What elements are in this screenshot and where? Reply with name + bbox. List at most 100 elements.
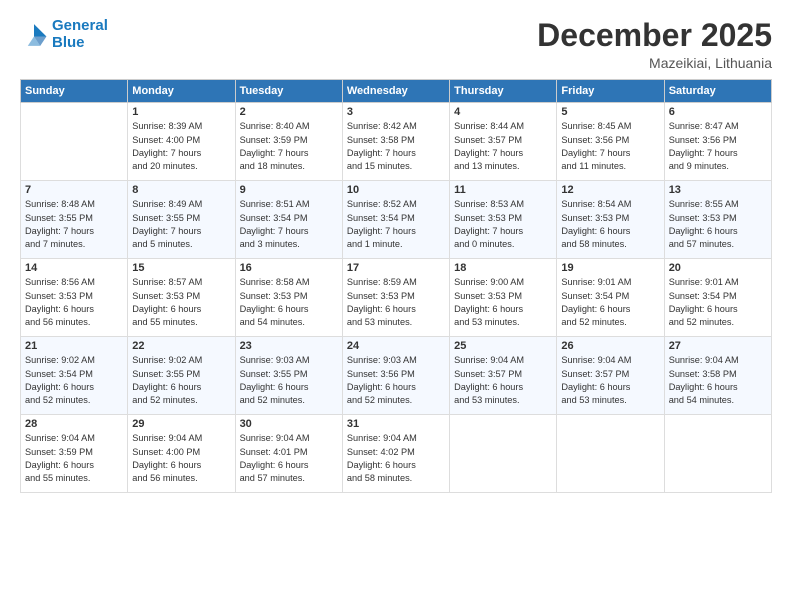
calendar-table: SundayMondayTuesdayWednesdayThursdayFrid… [20, 79, 772, 493]
cell-line: Daylight: 7 hours [347, 148, 416, 158]
calendar-cell: 20Sunrise: 9:01 AMSunset: 3:54 PMDayligh… [664, 259, 771, 337]
cell-line: and 1 minute. [347, 239, 403, 249]
day-content: Sunrise: 9:04 AMSunset: 4:01 PMDaylight:… [240, 432, 338, 485]
cell-line: Sunset: 3:56 PM [347, 369, 415, 379]
cell-line: Sunset: 3:59 PM [240, 135, 308, 145]
cell-line: and 18 minutes. [240, 161, 305, 171]
day-content: Sunrise: 9:04 AMSunset: 4:02 PMDaylight:… [347, 432, 445, 485]
calendar-cell: 9Sunrise: 8:51 AMSunset: 3:54 PMDaylight… [235, 181, 342, 259]
calendar-cell: 6 Sunrise: 8:47 AMSunset: 3:56 PMDaylight… [664, 103, 771, 181]
col-header-thursday: Thursday [450, 80, 557, 103]
day-content: Sunrise: 8:51 AMSunset: 3:54 PMDaylight:… [240, 198, 338, 251]
day-number: 15 [132, 262, 230, 274]
day-number: 28 [25, 418, 123, 430]
calendar-cell: 15Sunrise: 8:57 AMSunset: 3:53 PMDayligh… [128, 259, 235, 337]
cell-line: Sunset: 3:56 PM [561, 135, 629, 145]
cell-line: and 5 minutes. [132, 239, 192, 249]
cell-line: Sunset: 4:02 PM [347, 447, 415, 457]
calendar-cell [450, 415, 557, 493]
cell-line: Daylight: 7 hours [240, 148, 309, 158]
week-row-2: 7 Sunrise: 8:48 AM Sunset: 3:55 PM Daylight… [21, 181, 772, 259]
cell-line: Daylight: 6 hours [25, 382, 94, 392]
day-number: 24 [347, 340, 445, 352]
cell-line: Sunset: 3:55 PM [25, 213, 93, 223]
cell-line: Sunrise: 9:01 AM [561, 277, 631, 287]
day-content: Sunrise: 8:40 AMSunset: 3:59 PMDaylight:… [240, 120, 338, 173]
cell-line: and 53 minutes. [454, 317, 519, 327]
cell-line: Sunrise: 8:54 AM [561, 199, 631, 209]
logo-text: General Blue [52, 18, 108, 51]
cell-line: Sunrise: 8:47 AM [669, 121, 739, 131]
cell-line: Sunset: 3:57 PM [454, 135, 522, 145]
col-header-monday: Monday [128, 80, 235, 103]
day-number: 2 [240, 106, 338, 118]
cell-line: Daylight: 6 hours [240, 382, 309, 392]
cell-line: and 55 minutes. [25, 473, 90, 483]
col-header-friday: Friday [557, 80, 664, 103]
day-number: 11 [454, 184, 552, 196]
cell-line: Daylight: 7 hours [454, 226, 523, 236]
cell-line: Daylight: 6 hours [347, 304, 416, 314]
cell-line: Daylight: 6 hours [132, 382, 201, 392]
week-row-4: 21Sunrise: 9:02 AMSunset: 3:54 PMDayligh… [21, 337, 772, 415]
day-number: 8 [132, 184, 230, 196]
cell-line: Daylight: 6 hours [669, 304, 738, 314]
cell-line: Daylight: 6 hours [669, 226, 738, 236]
day-number: 5 [561, 106, 659, 118]
calendar-cell [557, 415, 664, 493]
cell-line: Daylight: 7 hours [25, 226, 94, 236]
cell-line: and 3 minutes. [240, 239, 300, 249]
cell-line: Sunset: 3:55 PM [132, 213, 200, 223]
cell-line: Sunrise: 8:49 AM [132, 199, 202, 209]
day-number: 14 [25, 262, 123, 274]
day-content: Sunrise: 8:47 AMSunset: 3:56 PMDaylight:… [669, 120, 767, 173]
cell-line: Sunrise: 8:39 AM [132, 121, 202, 131]
cell-line: Sunset: 3:57 PM [454, 369, 522, 379]
cell-line: and 56 minutes. [25, 317, 90, 327]
cell-line: and 53 minutes. [561, 395, 626, 405]
cell-line: Sunrise: 9:04 AM [669, 355, 739, 365]
cell-line: Sunset: 3:53 PM [132, 291, 200, 301]
calendar-cell: 10Sunrise: 8:52 AMSunset: 3:54 PMDayligh… [342, 181, 449, 259]
cell-line: Sunrise: 8:51 AM [240, 199, 310, 209]
cell-line: Daylight: 6 hours [347, 460, 416, 470]
calendar-cell: 24Sunrise: 9:03 AMSunset: 3:56 PMDayligh… [342, 337, 449, 415]
day-number: 4 [454, 106, 552, 118]
cell-line: and 11 minutes. [561, 161, 626, 171]
cell-line: Sunrise: 9:03 AM [240, 355, 310, 365]
day-content: Sunrise: 8:44 AMSunset: 3:57 PMDaylight:… [454, 120, 552, 173]
day-number: 6 [669, 106, 767, 118]
day-number: 7 [25, 184, 123, 196]
calendar-cell: 26Sunrise: 9:04 AMSunset: 3:57 PMDayligh… [557, 337, 664, 415]
cell-line: and 7 minutes. [25, 239, 85, 249]
cell-line: and 52 minutes. [669, 317, 734, 327]
calendar-cell: 4 Sunrise: 8:44 AMSunset: 3:57 PMDaylight… [450, 103, 557, 181]
cell-line: Sunset: 3:53 PM [454, 291, 522, 301]
cell-line: Daylight: 6 hours [132, 460, 201, 470]
day-content: Sunrise: 8:39 AMSunset: 4:00 PMDaylight:… [132, 120, 230, 173]
day-number: 19 [561, 262, 659, 274]
calendar-cell: 3Sunrise: 8:42 AMSunset: 3:58 PMDaylight… [342, 103, 449, 181]
cell-line: Sunset: 4:00 PM [132, 447, 200, 457]
cell-line: Daylight: 6 hours [132, 304, 201, 314]
cell-line: Daylight: 7 hours [454, 148, 523, 158]
day-content: Sunrise: 9:02 AMSunset: 3:55 PMDaylight:… [132, 354, 230, 407]
cell-line: Sunrise: 8:48 AM [25, 199, 95, 209]
cell-line: Sunrise: 9:04 AM [25, 433, 95, 443]
month-title: December 2025 [537, 18, 772, 53]
day-content: Sunrise: 8:58 AMSunset: 3:53 PMDaylight:… [240, 276, 338, 329]
week-row-5: 28Sunrise: 9:04 AMSunset: 3:59 PMDayligh… [21, 415, 772, 493]
logo-icon [20, 21, 48, 49]
day-content: Sunrise: 8:45 AMSunset: 3:56 PMDaylight:… [561, 120, 659, 173]
cell-line: and 13 minutes. [454, 161, 519, 171]
calendar-cell: 22Sunrise: 9:02 AMSunset: 3:55 PMDayligh… [128, 337, 235, 415]
cell-line: Sunrise: 9:04 AM [132, 433, 202, 443]
calendar-cell: 14Sunrise: 8:56 AMSunset: 3:53 PMDayligh… [21, 259, 128, 337]
calendar-cell: 1Sunrise: 8:39 AMSunset: 4:00 PMDaylight… [128, 103, 235, 181]
logo-line1: General [52, 17, 108, 34]
day-content: Sunrise: 8:48 AM Sunset: 3:55 PM Daylight:… [25, 198, 123, 251]
cell-line: and 52 minutes. [347, 395, 412, 405]
cell-line: and 56 minutes. [132, 473, 197, 483]
cell-line: and 55 minutes. [132, 317, 197, 327]
cell-line: Sunset: 3:53 PM [25, 291, 93, 301]
